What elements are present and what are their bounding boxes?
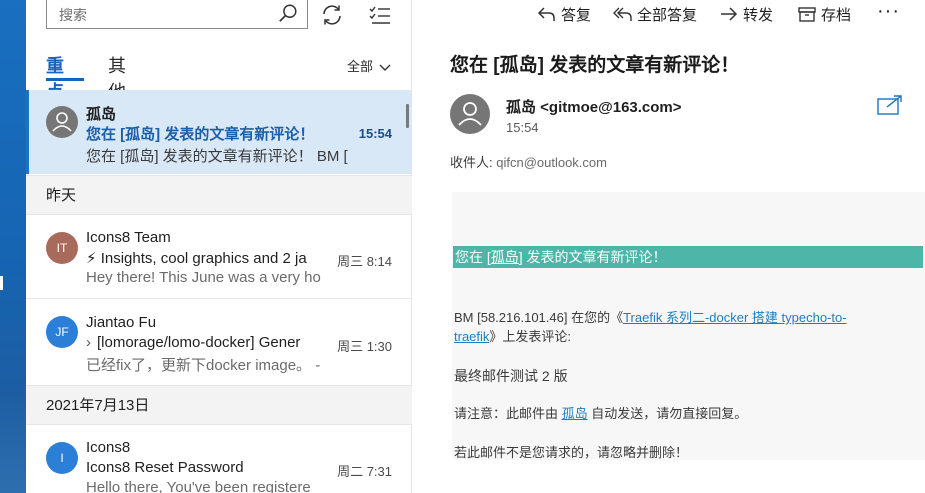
mail-subject: ⚡ Insights, cool graphics and 2 ja: [86, 250, 307, 267]
mail-preview: Hey there! This June was a very ho: [86, 269, 321, 286]
person-icon: [458, 102, 482, 126]
reply-all-button[interactable]: 全部答复: [613, 4, 697, 26]
chevron-down-icon: [379, 64, 391, 71]
group-header-yesterday: 昨天: [26, 175, 412, 215]
archive-icon: [798, 7, 816, 22]
app-nav-strip: [0, 0, 26, 493]
mail-time: 15:54: [358, 126, 392, 141]
notice-site-link[interactable]: 孤岛: [562, 406, 588, 421]
mail-preview: 已经fix了，更新下docker image。 -: [86, 357, 321, 374]
mail-sender: Jiantao Fu: [86, 314, 157, 331]
avatar: [46, 106, 78, 138]
reply-button[interactable]: 答复: [537, 4, 591, 26]
person-icon: [52, 112, 72, 132]
mail-item[interactable]: IT Icons8 Team ⚡ Insights, cool graphics…: [26, 216, 412, 298]
mail-subject: 您在 [孤岛] 发表的文章有新评论！: [86, 126, 315, 143]
nav-indicator: [0, 276, 3, 290]
sender-address[interactable]: 孤岛 <gitmoe@163.com>: [506, 96, 682, 117]
mail-preview: Hello there, You've been registere: [86, 479, 311, 493]
recipient-line: 收件人: qifcn@outlook.com: [450, 152, 607, 171]
forward-label: 转发: [743, 7, 774, 24]
comment-text: 最终邮件测试 2 版: [454, 368, 568, 384]
archive-label: 存档: [821, 7, 852, 24]
search-input[interactable]: 搜索: [46, 0, 308, 29]
mail-time: 周三 1:30: [337, 339, 392, 354]
mail-item-selected[interactable]: 孤岛 您在 [孤岛] 发表的文章有新评论！ 15:54 您在 [孤岛] 发表的文…: [26, 90, 412, 174]
mail-preview: 您在 [孤岛] 发表的文章有新评论！ BM [: [86, 148, 348, 165]
mail-sender: 孤岛: [86, 106, 117, 123]
filter-dropdown[interactable]: 全部: [347, 56, 391, 75]
group-header-date: 2021年7月13日: [26, 385, 412, 425]
article-link[interactable]: Traefik 系列二-docker 搭建 typecho-to-: [623, 310, 846, 325]
selection-mode-icon[interactable]: [368, 3, 392, 27]
filter-label: 全部: [346, 59, 373, 74]
notification-banner: 您在 [孤岛] 发表的文章有新评论！: [453, 246, 923, 268]
mail-sender: Icons8: [86, 439, 131, 456]
recipient-address[interactable]: qifcn@outlook.com: [496, 155, 607, 170]
site-link[interactable]: 孤岛: [491, 249, 519, 265]
more-options-button[interactable]: ···: [877, 0, 900, 23]
tab-underline: [46, 78, 84, 81]
search-icon[interactable]: [277, 3, 299, 25]
chevron-right-icon: ›: [86, 334, 91, 351]
reply-label: 答复: [561, 7, 592, 24]
reply-icon: [537, 7, 555, 21]
archive-button[interactable]: 存档: [797, 4, 851, 26]
mail-title: 您在 [孤岛] 发表的文章有新评论！: [450, 55, 740, 76]
avatar: JF: [46, 316, 78, 348]
message-list-pane: 搜索 重点 其他 全部 孤岛: [26, 0, 412, 493]
forward-button[interactable]: 转发: [719, 4, 773, 26]
sender-avatar: [450, 94, 490, 134]
received-time: 15:54: [506, 120, 539, 135]
reading-pane: 答复 全部答复 转发 存档 ··· 您在 [孤岛] 发表的文章有新评论！ 孤岛 …: [413, 0, 925, 493]
forward-icon: [721, 7, 738, 21]
mail-subject: › [lomorage/lomo-docker] Gener: [86, 334, 301, 351]
mail-time: 周三 8:14: [337, 254, 392, 269]
ignore-line: 若此邮件不是您请求的，请忽略并删除！: [454, 445, 689, 460]
sync-icon[interactable]: [320, 3, 344, 27]
mail-time: 周二 7:31: [337, 464, 392, 479]
article-link-continued[interactable]: traefik: [454, 329, 489, 344]
recipient-label: 收件人:: [450, 155, 497, 170]
avatar: I: [46, 442, 78, 474]
avatar: IT: [46, 232, 78, 264]
notice-line: 请注意：此邮件由 孤岛 自动发送，请勿直接回复。: [454, 406, 748, 421]
comment-source-line: BM [58.216.101.46] 在您的《Traefik 系列二-docke…: [454, 310, 847, 344]
scrollbar-thumb[interactable]: [406, 104, 409, 128]
open-in-new-window-icon[interactable]: [877, 94, 903, 116]
mail-item[interactable]: I Icons8 Icons8 Reset Password 周二 7:31 H…: [26, 426, 412, 493]
mail-body: 您在 [孤岛] 发表的文章有新评论！ BM [58.216.101.46] 在您…: [452, 192, 925, 460]
mail-sender: Icons8 Team: [86, 229, 171, 246]
mail-item[interactable]: JF Jiantao Fu › [lomorage/lomo-docker] Ge…: [26, 299, 412, 383]
reply-all-label: 全部答复: [637, 7, 698, 24]
mail-subject: Icons8 Reset Password: [86, 459, 244, 476]
search-placeholder: 搜索: [59, 7, 87, 23]
reply-all-icon: [613, 7, 632, 21]
